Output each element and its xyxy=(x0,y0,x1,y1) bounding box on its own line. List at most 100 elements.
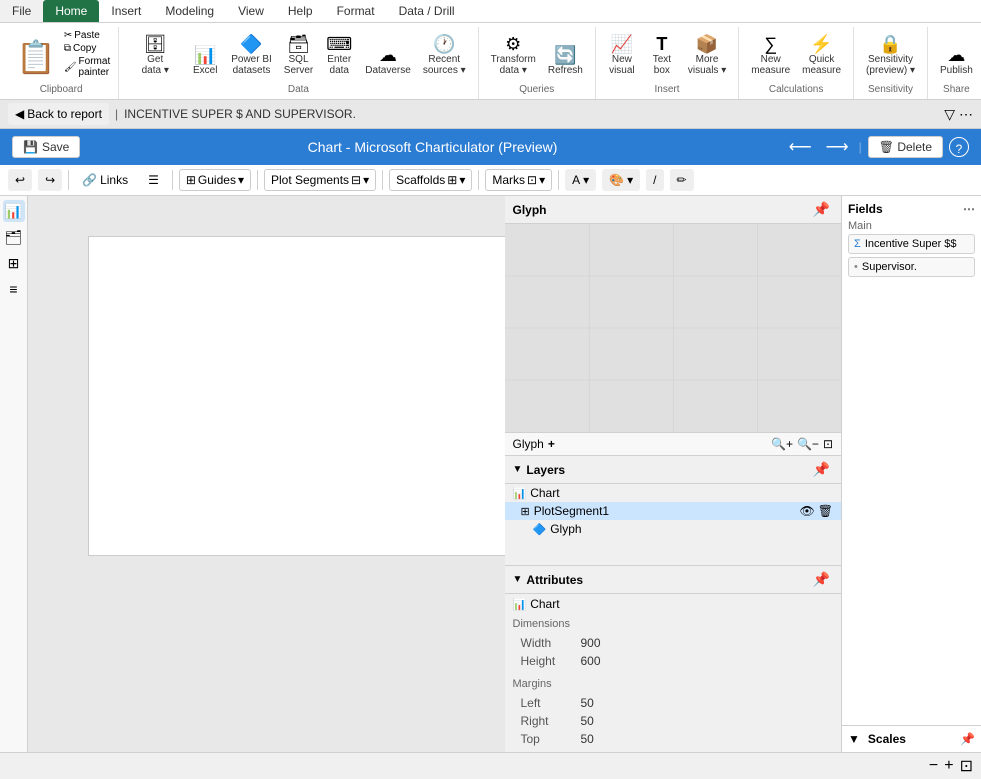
expand-left-icon[interactable]: ⟵ xyxy=(785,135,816,159)
glyph-zoom-out-icon[interactable]: 🔍− xyxy=(797,437,819,451)
font-btn[interactable]: A ▾ xyxy=(565,169,596,191)
tab-modeling[interactable]: Modeling xyxy=(153,0,226,22)
help-icon[interactable]: ? xyxy=(949,137,969,157)
get-data-button[interactable]: 🗄 Getdata ▾ xyxy=(127,33,183,78)
tab-insert[interactable]: Insert xyxy=(99,0,153,22)
cut-icon: ✂ xyxy=(64,30,72,41)
zoom-fit-button[interactable]: ⊡ xyxy=(960,756,973,776)
layers-collapse[interactable]: ▼ Layers xyxy=(513,463,566,477)
title-bar: ◀ Back to report | INCENTIVE SUPER $ AND… xyxy=(0,100,981,129)
guides-dropdown[interactable]: ⊞ Guides ▾ xyxy=(179,169,251,191)
layer-visibility-icon[interactable]: 👁 xyxy=(800,504,815,518)
redo-button[interactable]: ↪ xyxy=(38,169,62,191)
copy-button[interactable]: ⧉ Copy xyxy=(64,43,110,54)
fields-panel: Fields ⋯ Main Σ Incentive Super $$ • Sup… xyxy=(842,196,981,726)
glyph-canvas[interactable] xyxy=(505,224,842,432)
grid-icon: ⊞ xyxy=(8,255,20,272)
field-incentive[interactable]: Σ Incentive Super $$ xyxy=(848,234,975,254)
back-arrow-icon: ◀ xyxy=(15,107,24,121)
layer-glyph[interactable]: 🔷 Glyph xyxy=(505,520,842,538)
cut-button[interactable]: ✂ Paste xyxy=(64,30,110,41)
delete-button[interactable]: 🗑 Delete xyxy=(868,136,943,158)
power-bi-button[interactable]: 🔷 Power BIdatasets xyxy=(227,33,276,78)
sidebar-icon-chart[interactable]: 📊 xyxy=(3,200,25,222)
share-group-inner: ☁ Publish xyxy=(936,27,977,78)
attr-chart-item[interactable]: 📊 Chart xyxy=(505,594,842,614)
more-visuals-button[interactable]: 📦 Morevisuals ▾ xyxy=(684,33,730,78)
text-box-button[interactable]: T Textbox xyxy=(644,33,680,78)
data-icon: 🗂 xyxy=(5,229,23,246)
plot-segments-dropdown[interactable]: Plot Segments ⊟ ▾ xyxy=(264,169,376,191)
tab-home[interactable]: Home xyxy=(43,0,99,22)
scaffolds-label: Scaffolds xyxy=(396,173,445,187)
filter-icon[interactable]: ▽ xyxy=(944,106,955,123)
field-supervisor[interactable]: • Supervisor. xyxy=(848,257,975,277)
glyph-zoom-in-icon[interactable]: 🔍+ xyxy=(771,437,793,451)
marks-dropdown[interactable]: Marks ⊡ ▾ xyxy=(485,169,552,191)
glyph-zoom-fit-icon[interactable]: ⊡ xyxy=(823,437,833,451)
expand-right-icon[interactable]: ⟶ xyxy=(822,135,853,159)
layers-pin-icon[interactable]: 📌 xyxy=(810,460,833,479)
format-painter-button[interactable]: 🖌 Format painter xyxy=(64,56,110,78)
save-button[interactable]: 💾 Save xyxy=(12,136,80,158)
tab-help[interactable]: Help xyxy=(276,0,325,22)
excel-label: Excel xyxy=(193,65,217,76)
new-visual-button[interactable]: 📈 Newvisual xyxy=(604,33,640,78)
fields-title: Fields ⋯ xyxy=(848,202,975,216)
attributes-title: Attributes xyxy=(526,573,583,587)
layer-delete-icon[interactable]: 🗑 xyxy=(818,504,833,518)
back-to-report-button[interactable]: ◀ Back to report xyxy=(8,103,109,125)
tab-data-drill[interactable]: Data / Drill xyxy=(387,0,467,22)
glyph-footer: Glyph + 🔍+ 🔍− ⊡ xyxy=(505,432,842,455)
zoom-out-button[interactable]: − xyxy=(929,757,938,775)
recent-sources-button[interactable]: 🕐 Recentsources ▾ xyxy=(419,33,470,78)
dataverse-button[interactable]: ☁ Dataverse xyxy=(361,44,415,78)
enter-data-button[interactable]: ⌨ Enterdata xyxy=(321,33,357,78)
sidebar-icon-data[interactable]: 🗂 xyxy=(3,226,25,248)
list-icon-btn[interactable]: ☰ xyxy=(141,169,166,191)
more-options-icon[interactable]: ⋯ xyxy=(959,106,973,123)
sensitivity-button[interactable]: 🔒 Sensitivity(preview) ▾ xyxy=(862,33,919,78)
pencil-btn[interactable]: ✏ xyxy=(670,169,694,191)
tab-file[interactable]: File xyxy=(0,0,43,22)
tab-format[interactable]: Format xyxy=(325,0,387,22)
marks-chevron: ▾ xyxy=(539,173,545,187)
stroke-btn[interactable]: / xyxy=(646,169,663,191)
scales-pin-icon[interactable]: 📌 xyxy=(960,732,975,746)
margins-section: Margins Left 50 Right 50 Top 50 xyxy=(505,674,842,752)
undo-button[interactable]: ↩ xyxy=(8,169,32,191)
fields-more-icon[interactable]: ⋯ xyxy=(963,202,975,216)
layer-glyph-icon: 🔷 xyxy=(533,523,547,536)
ribbon-content: 📋 ✂ Paste ⧉ Copy 🖌 Format painter xyxy=(0,23,981,99)
insert-group: 📈 Newvisual T Textbox 📦 Morevisuals ▾ In… xyxy=(596,27,739,99)
glyph-pin-icon[interactable]: 📌 xyxy=(810,200,833,219)
scaffolds-dropdown[interactable]: Scaffolds ⊞ ▾ xyxy=(389,169,472,191)
plot-segments-chevron: ▾ xyxy=(363,173,369,187)
zoom-in-button[interactable]: + xyxy=(944,757,953,775)
sql-server-button[interactable]: 🗃 SQLServer xyxy=(280,33,317,78)
layer-chart[interactable]: 📊 Chart xyxy=(505,484,842,502)
paste-button[interactable]: 📋 xyxy=(12,36,60,78)
publish-label: Publish xyxy=(940,65,973,76)
scales-collapse[interactable]: ▼ Scales xyxy=(848,732,906,746)
new-visual-label: Newvisual xyxy=(609,54,635,76)
sidebar-icon-layers[interactable]: ≡ xyxy=(3,278,25,300)
attributes-collapse[interactable]: ▼ Attributes xyxy=(513,573,584,587)
fill-btn[interactable]: 🎨 ▾ xyxy=(602,169,640,191)
cut-label: Paste xyxy=(74,30,100,41)
publish-button[interactable]: ☁ Publish xyxy=(936,44,977,78)
canvas-area[interactable] xyxy=(28,196,505,752)
attributes-pin-icon[interactable]: 📌 xyxy=(810,570,833,589)
glyph-add-button[interactable]: + xyxy=(548,437,555,451)
links-button[interactable]: 🔗 Links xyxy=(75,169,135,191)
layer-plot-segment[interactable]: ⊞ PlotSegment1 👁 🗑 xyxy=(505,502,842,520)
main-section-label: Main xyxy=(848,220,975,232)
tab-view[interactable]: View xyxy=(226,0,276,22)
excel-button[interactable]: 📊 Excel xyxy=(187,44,223,78)
quick-measure-button[interactable]: ⚡ Quickmeasure xyxy=(798,33,845,78)
clipboard-group: 📋 ✂ Paste ⧉ Copy 🖌 Format painter xyxy=(4,27,119,99)
refresh-button[interactable]: 🔄 Refresh xyxy=(544,44,587,78)
sidebar-icon-grid[interactable]: ⊞ xyxy=(3,252,25,274)
transform-data-button[interactable]: ⚙ Transformdata ▾ xyxy=(487,33,540,78)
new-measure-button[interactable]: ∑ Newmeasure xyxy=(747,33,794,78)
